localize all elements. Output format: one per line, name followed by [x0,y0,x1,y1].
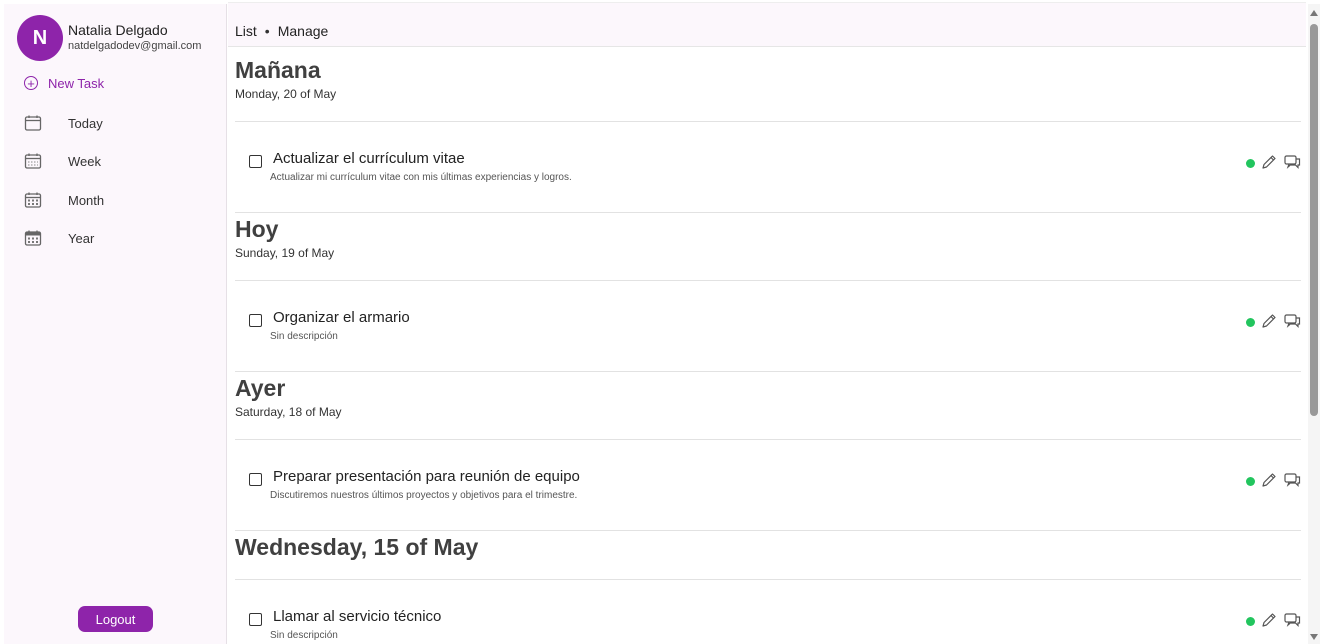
divider [235,280,1301,281]
pencil-icon[interactable] [1261,612,1277,628]
comments-icon[interactable] [1284,313,1301,329]
breadcrumb: List • Manage [235,23,328,39]
divider [235,371,1301,372]
task-checkbox[interactable] [249,473,262,486]
status-indicator [1246,617,1255,626]
divider [235,439,1301,440]
status-indicator [1246,318,1255,327]
sidebar-item-label: Month [68,192,105,208]
section-title: Mañana [235,57,321,83]
pencil-icon[interactable] [1261,472,1277,488]
comments-icon[interactable] [1284,154,1301,170]
scroll-up-arrow-icon[interactable] [1310,10,1318,16]
divider [235,579,1301,580]
sidebar-item-label: Year [68,230,95,246]
task-title: Preparar presentación para reunión de eq… [273,468,580,485]
section-date: Monday, 20 of May [235,87,337,101]
status-indicator [1246,159,1255,168]
sidebar-item-week[interactable]: Week [24,150,214,172]
vertical-scrollbar[interactable] [1308,4,1320,644]
calendar-week-icon [24,153,42,169]
comments-icon[interactable] [1284,612,1301,628]
task-checkbox[interactable] [249,613,262,626]
logout-button[interactable]: Logout [78,606,153,632]
task-item: Preparar presentación para reunión de eq… [235,464,1301,524]
calendar-month-icon [24,192,42,208]
task-description: Actualizar mi currículum vitae con mis ú… [270,172,572,183]
section-date: Sunday, 19 of May [235,246,335,260]
breadcrumb-list[interactable]: List [235,23,257,39]
sidebar-item-label: Week [68,153,101,169]
sidebar-item-label: Today [68,115,103,131]
divider [235,530,1301,531]
top-bar: List • Manage [228,2,1306,47]
avatar[interactable]: N [17,15,63,61]
task-item: Organizar el armario Sin descripción [235,305,1301,365]
plus-circle-icon: + [24,76,38,90]
scrollbar-thumb[interactable] [1310,24,1318,416]
sidebar: N Natalia Delgado natdelgadodev@gmail.co… [4,4,227,644]
section-date: Saturday, 18 of May [235,405,342,419]
pencil-icon[interactable] [1261,154,1277,170]
scroll-down-arrow-icon[interactable] [1310,634,1318,640]
main-content: List • Manage Mañana Monday, 20 of May A… [228,2,1308,644]
task-description: Sin descripción [270,331,338,342]
calendar-empty-icon [24,115,42,131]
user-name: Natalia Delgado [68,22,168,38]
calendar-year-icon [24,230,42,246]
section-title: Hoy [235,216,279,242]
task-title: Llamar al servicio técnico [273,608,442,625]
task-description: Discutiremos nuestros últimos proyectos … [270,490,578,501]
task-description: Sin descripción [270,630,338,641]
task-item: Llamar al servicio técnico Sin descripci… [235,604,1301,644]
section-title: Wednesday, 15 of May [235,534,479,560]
breadcrumb-separator: • [264,23,270,39]
divider [235,212,1301,213]
task-checkbox[interactable] [249,155,262,168]
task-title: Actualizar el currículum vitae [273,150,465,167]
task-checkbox[interactable] [249,314,262,327]
task-item: Actualizar el currículum vitae Actualiza… [235,146,1301,206]
comments-icon[interactable] [1284,472,1301,488]
sidebar-item-year[interactable]: Year [24,227,214,249]
task-title: Organizar el armario [273,309,410,326]
breadcrumb-manage[interactable]: Manage [278,23,329,39]
section-title: Ayer [235,375,286,401]
new-task-label: New Task [48,75,105,91]
sidebar-item-today[interactable]: Today [24,112,214,134]
sidebar-item-month[interactable]: Month [24,189,214,211]
pencil-icon[interactable] [1261,313,1277,329]
new-task-button[interactable]: + New Task [24,74,104,92]
divider [235,121,1301,122]
status-indicator [1246,477,1255,486]
user-email: natdelgadodev@gmail.com [68,40,202,52]
